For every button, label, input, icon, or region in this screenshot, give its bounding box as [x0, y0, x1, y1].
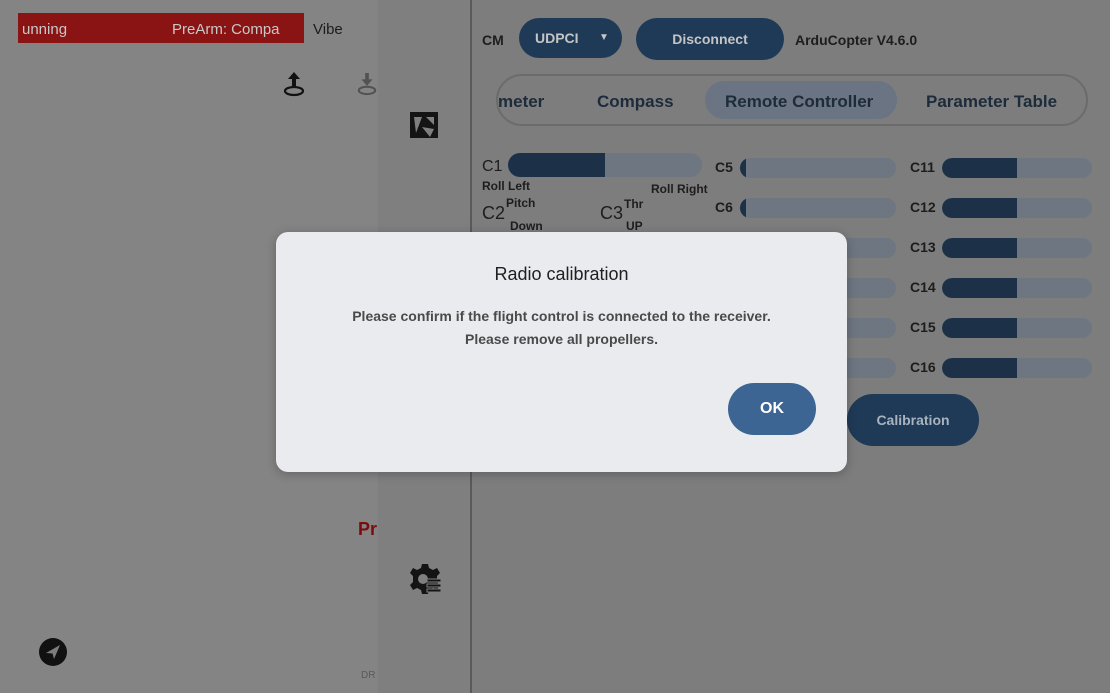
channel-fill	[942, 358, 1017, 378]
dialog-message-line2: Please remove all propellers.	[465, 331, 658, 347]
down-label: Down	[510, 219, 543, 233]
tab-meter[interactable]: meter	[498, 92, 544, 112]
channel-label: C13	[910, 239, 936, 255]
tab-remote-controller[interactable]: Remote Controller	[725, 92, 873, 112]
channel-fill	[942, 238, 1017, 258]
prearm-warning-text: Pr	[358, 519, 378, 539]
dr-text: DR	[361, 670, 376, 681]
calibration-button[interactable]: Calibration	[847, 394, 979, 446]
firmware-version: ArduCopter V4.6.0	[795, 32, 918, 48]
channel-fill	[942, 278, 1017, 298]
com-label: CM	[482, 32, 504, 48]
dialog-title: Radio calibration	[494, 264, 629, 284]
dialog-message-line1: Please confirm if the flight control is …	[352, 308, 771, 324]
connection-row: CM UDPCI ▼ Disconnect ArduCopter V4.6.0	[472, 0, 1110, 70]
channel-label: C14	[910, 279, 936, 295]
channel-bar-c15	[942, 318, 1092, 338]
channel-bar-c6	[740, 198, 896, 218]
channel-fill	[942, 158, 1017, 178]
channel-fill	[942, 198, 1017, 218]
channel-label: C1	[482, 158, 503, 175]
status-bar: unning PreArm: Compa Vibe	[0, 8, 376, 43]
channel-label: C12	[910, 199, 936, 215]
up-label: UP	[626, 219, 643, 233]
channel-bar-c1	[508, 153, 702, 177]
tab-bar: meter Compass Remote Controller Paramete…	[496, 74, 1088, 126]
upload-icon[interactable]	[282, 70, 306, 98]
pitch-label: Pitch	[506, 196, 536, 210]
channel-fill	[740, 198, 747, 218]
channel-3-label: C3	[600, 203, 624, 223]
flight-state-text: unning	[22, 21, 68, 38]
prearm-text: PreArm: Compa	[172, 21, 280, 38]
channel-label: C6	[715, 199, 733, 215]
send-icon[interactable]	[38, 637, 68, 667]
roll-left-label: Roll Left	[482, 179, 530, 193]
roll-right-label: Roll Right	[651, 182, 708, 196]
ok-button[interactable]: OK	[728, 383, 816, 435]
channel-fill	[508, 153, 605, 177]
channel-label: C16	[910, 359, 936, 375]
channel-bar-c11	[942, 158, 1092, 178]
port-value: UDPCI	[535, 30, 579, 46]
tab-compass[interactable]: Compass	[597, 92, 674, 112]
download-icon[interactable]	[356, 70, 378, 98]
vibe-text: Vibe	[313, 21, 343, 38]
settings-gear-icon[interactable]	[408, 562, 442, 596]
channel-bar-c16	[942, 358, 1092, 378]
channel-label: C15	[910, 319, 936, 335]
channel-2-label: C2	[482, 203, 506, 223]
channel-fill	[942, 318, 1017, 338]
channel-bar-c12	[942, 198, 1092, 218]
calibration-menu-icon[interactable]	[408, 109, 440, 141]
disconnect-button[interactable]: Disconnect	[636, 18, 784, 60]
channel-bar-c13	[942, 238, 1092, 258]
radio-calibration-dialog: Radio calibration Please confirm if the …	[276, 232, 847, 472]
channel-fill	[740, 158, 747, 178]
tab-parameter-table[interactable]: Parameter Table	[926, 92, 1057, 112]
channel-label: C5	[715, 159, 733, 175]
throttle-label: Thr	[624, 197, 644, 211]
channel-bar-c14	[942, 278, 1092, 298]
port-select[interactable]: UDPCI ▼	[519, 18, 622, 58]
channel-bar-c5	[740, 158, 896, 178]
chevron-down-icon: ▼	[599, 32, 609, 43]
channel-label: C11	[910, 159, 935, 175]
